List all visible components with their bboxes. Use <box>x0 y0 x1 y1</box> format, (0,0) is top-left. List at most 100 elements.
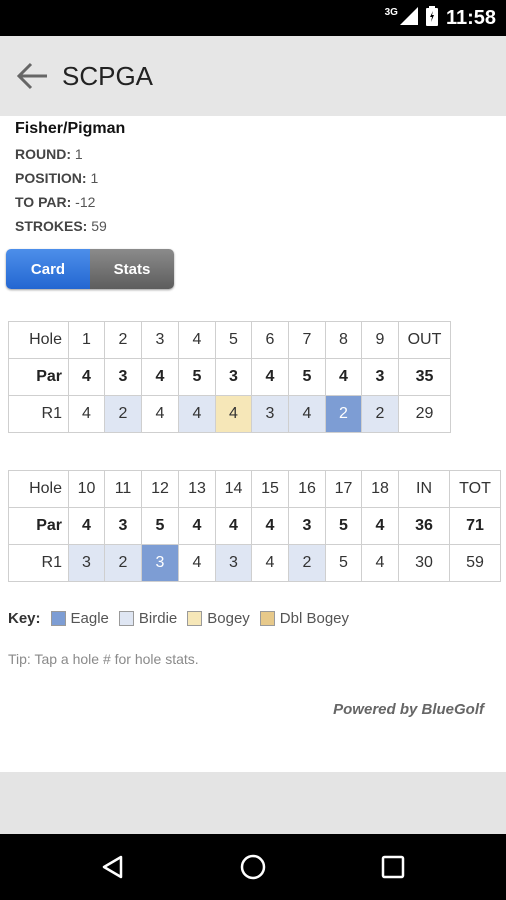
nav-home-button[interactable] <box>233 847 273 887</box>
front-nine-table: Hole 1 2 3 4 5 6 7 8 9 OUT Par 4 3 4 5 3… <box>8 321 451 433</box>
key-item-birdie: Birdie <box>118 610 178 627</box>
hole-number[interactable]: 4 <box>178 321 216 359</box>
score-cell: 2 <box>104 544 142 582</box>
view-toggle: Card Stats <box>6 249 174 289</box>
key-item-label: Eagle <box>70 610 109 627</box>
par-in-total: 36 <box>398 507 450 545</box>
score-out-total: 29 <box>398 395 451 433</box>
nav-back-icon <box>102 855 123 879</box>
player-name: Fisher/Pigman <box>15 120 126 137</box>
birdie-swatch <box>118 611 134 626</box>
key-label: Key: <box>8 610 41 627</box>
score-cell: 3 <box>215 544 252 582</box>
score-key: Key: Eagle Birdie Bogey Dbl Bogey <box>8 610 359 627</box>
hole-number[interactable]: 1 <box>68 321 105 359</box>
round-score-row: R1 3 2 3 4 3 4 2 5 4 30 59 <box>8 544 501 582</box>
score-cell: 4 <box>288 395 326 433</box>
hole-number[interactable]: 10 <box>68 470 105 508</box>
status-bar: 3G 11:58 <box>0 0 506 36</box>
par-value: 3 <box>104 358 142 396</box>
network-type-label: 3G <box>384 6 398 18</box>
hole-number[interactable]: 7 <box>288 321 326 359</box>
back-button[interactable] <box>14 56 50 96</box>
key-item-eagle: Eagle <box>50 610 109 627</box>
par-value: 4 <box>361 507 399 545</box>
strokes-value: 59 <box>91 218 107 234</box>
nav-back-button[interactable] <box>93 847 133 887</box>
in-header: IN <box>398 470 450 508</box>
position-info: POSITION: 1 <box>15 170 98 186</box>
powered-by-link[interactable]: Powered by BlueGolf <box>333 701 484 718</box>
score-cell: 2 <box>104 395 142 433</box>
stats-tab[interactable]: Stats <box>90 249 174 289</box>
out-header: OUT <box>398 321 451 359</box>
hole-number[interactable]: 9 <box>361 321 399 359</box>
par-value: 4 <box>325 358 362 396</box>
par-value: 4 <box>141 358 179 396</box>
nav-recents-icon <box>381 855 405 879</box>
score-cell: 5 <box>325 544 362 582</box>
round-label: ROUND: <box>15 146 71 162</box>
par-value: 5 <box>288 358 326 396</box>
bogey-swatch <box>187 611 203 626</box>
hole-row-label: Hole <box>8 470 69 508</box>
to-par-value: -12 <box>75 194 96 210</box>
hole-number[interactable]: 14 <box>215 470 252 508</box>
hole-number[interactable]: 13 <box>178 470 216 508</box>
status-icons: 3G 11:58 <box>385 0 496 36</box>
clock: 11:58 <box>445 6 496 29</box>
app-title: SCPGA <box>62 61 154 91</box>
score-cell: 4 <box>215 395 252 433</box>
hole-number[interactable]: 8 <box>325 321 362 359</box>
key-item-label: Dbl Bogey <box>279 610 350 627</box>
score-cell: 4 <box>178 544 216 582</box>
tip-text: Tip: Tap a hole # for hole stats. <box>8 651 199 667</box>
score-cell: 2 <box>288 544 326 582</box>
app-bar: SCPGA <box>0 36 506 116</box>
hole-number[interactable]: 16 <box>288 470 326 508</box>
nav-home-icon <box>240 854 266 880</box>
hole-number[interactable]: 5 <box>215 321 252 359</box>
score-cell: 3 <box>68 544 105 582</box>
key-item-label: Birdie <box>138 610 178 627</box>
par-value: 5 <box>141 507 179 545</box>
par-value: 4 <box>251 507 289 545</box>
key-item-label: Bogey <box>207 610 250 627</box>
par-value: 4 <box>68 358 105 396</box>
strokes-label: STROKES: <box>15 218 88 234</box>
nav-recents-button[interactable] <box>373 847 413 887</box>
round-value: 1 <box>74 146 83 162</box>
key-item-bogey: Bogey <box>187 610 250 627</box>
signal-icon <box>399 6 418 30</box>
par-row-label: Par <box>8 358 69 396</box>
score-cell: 2 <box>361 395 399 433</box>
par-value: 3 <box>361 358 399 396</box>
par-out-total: 35 <box>398 358 451 396</box>
par-value: 3 <box>104 507 142 545</box>
hole-number[interactable]: 17 <box>325 470 362 508</box>
hole-row-label: Hole <box>8 321 69 359</box>
hole-number[interactable]: 6 <box>251 321 289 359</box>
hole-number[interactable]: 2 <box>104 321 142 359</box>
score-cell: 4 <box>361 544 399 582</box>
eagle-swatch <box>50 611 66 626</box>
par-tot-total: 71 <box>449 507 501 545</box>
par-value: 4 <box>68 507 105 545</box>
hole-number[interactable]: 3 <box>141 321 179 359</box>
hole-row: Hole 1 2 3 4 5 6 7 8 9 OUT <box>8 321 451 359</box>
card-tab[interactable]: Card <box>6 249 90 289</box>
par-value: 4 <box>215 507 252 545</box>
par-row-label: Par <box>8 507 69 545</box>
hole-number[interactable]: 15 <box>251 470 289 508</box>
round-info: ROUND: 1 <box>15 146 83 162</box>
par-value: 4 <box>178 507 216 545</box>
hole-number[interactable]: 12 <box>141 470 179 508</box>
hole-number[interactable]: 18 <box>361 470 399 508</box>
battery-icon <box>425 5 438 31</box>
score-cell: 3 <box>141 544 179 582</box>
tot-header: TOT <box>449 470 501 508</box>
score-cell: 4 <box>178 395 216 433</box>
score-cell: 4 <box>251 544 289 582</box>
score-cell: 4 <box>68 395 105 433</box>
hole-number[interactable]: 11 <box>104 470 142 508</box>
